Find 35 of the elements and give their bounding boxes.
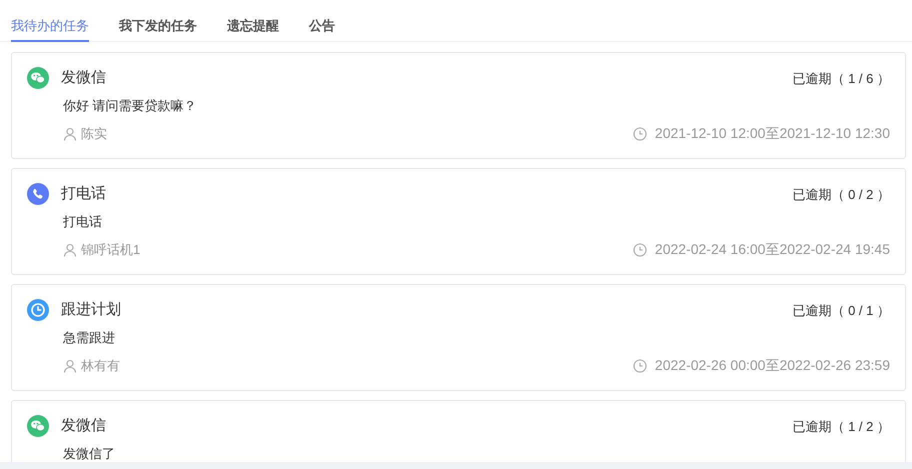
task-title: 发微信 [61,68,106,88]
task-title: 跟进计划 [61,300,121,320]
chat-bubbles-icon [27,415,49,438]
task-content: 发微信了 [63,444,116,462]
task-card[interactable]: 打电话 已逾期（ 0 / 2 ） 打电话 锦呼话机1 2022-02-24 16:00至2022-02-24 19:45 [11,168,906,275]
person-name: 林有有 [81,356,120,375]
task-title: 发微信 [61,416,106,436]
person-icon [63,358,77,372]
tab[interactable]: 遗忘提醒 [227,0,279,42]
time-range: 2022-02-24 16:00至2022-02-24 19:45 [654,240,890,259]
person-icon [63,126,77,140]
person-name: 陈实 [81,124,107,143]
overdue-status: 已逾期（ 0 / 2 ） [792,186,890,204]
overdue-status: 已逾期（ 1 / 2 ） [792,418,890,436]
tab[interactable]: 我待办的任务 [11,0,89,42]
tab[interactable]: 我下发的任务 [119,0,197,42]
overdue-status: 已逾期（ 0 / 1 ） [792,302,890,320]
clock-icon [632,358,647,372]
phone-icon [27,183,49,206]
task-title: 打电话 [61,184,106,204]
clock-icon [27,299,49,322]
clock-icon [632,242,647,256]
task-content: 打电话 [63,212,103,230]
overdue-status: 已逾期（ 1 / 6 ） [792,70,890,88]
task-card[interactable]: 跟进计划 已逾期（ 0 / 1 ） 急需跟进 林有有 2022-02-26 00:00至2022-02-26 23:59 [11,284,906,391]
task-card[interactable]: 发微信 已逾期（ 1 / 6 ） 你好 请问需要贷款嘛？ 陈实 2021-12-10 12:00至2021-12-10 12:30 [11,52,906,159]
person-icon [63,242,77,256]
person-name: 锦呼话机1 [81,240,140,259]
time-range: 2021-12-10 12:00至2021-12-10 12:30 [654,124,890,143]
task-content: 急需跟进 [63,328,116,346]
clock-icon [632,126,647,140]
chat-bubbles-icon [27,67,49,90]
tab[interactable]: 公告 [309,0,335,42]
time-range: 2022-02-26 00:00至2022-02-26 23:59 [654,356,890,375]
task-content: 你好 请问需要贷款嘛？ [63,96,198,114]
